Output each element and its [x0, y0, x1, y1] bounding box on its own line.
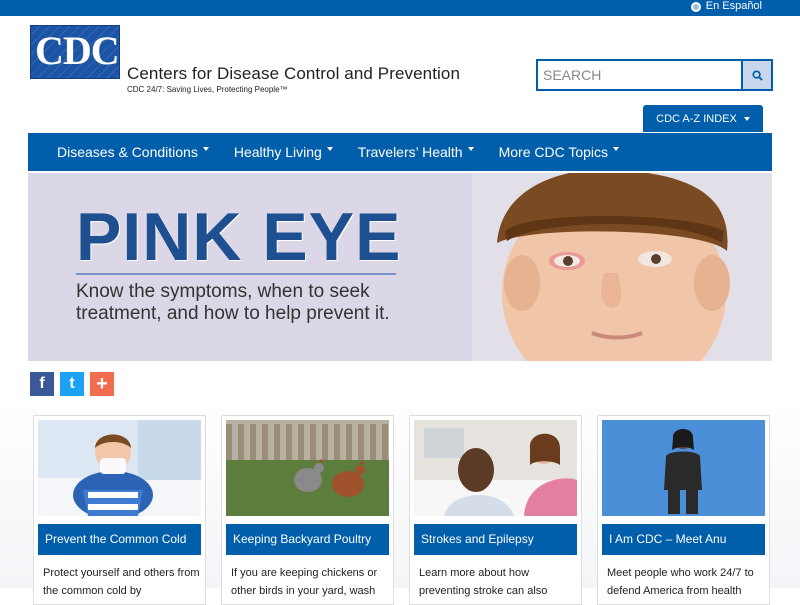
feature-card[interactable]: I Am CDC – Meet Anu Meet people who work…: [597, 415, 770, 605]
search-input[interactable]: [538, 61, 741, 89]
az-index-button[interactable]: CDC A-Z INDEX: [643, 105, 763, 132]
org-name[interactable]: Centers for Disease Control and Preventi…: [127, 64, 460, 84]
twitter-icon[interactable]: t: [60, 372, 84, 396]
chevron-down-icon: [202, 147, 209, 151]
feature-card[interactable]: Keeping Backyard Poultry If you are keep…: [221, 415, 394, 605]
feature-card[interactable]: Strokes and Epilepsy Learn more about ho…: [409, 415, 582, 605]
card-title: Strokes and Epilepsy: [414, 524, 577, 555]
search-button[interactable]: [741, 61, 771, 89]
card-title: I Am CDC – Meet Anu: [602, 524, 765, 555]
facebook-glyph: f: [39, 375, 45, 392]
nav-healthy-living[interactable]: Healthy Living: [234, 144, 333, 160]
nav-travelers-health[interactable]: Travelers’ Health: [358, 144, 474, 160]
logo-text: CDC: [35, 28, 119, 73]
card-text: If you are keeping chickens or other bir…: [231, 567, 378, 597]
card-image-poultry: [226, 420, 389, 516]
hero-banner[interactable]: PINK EYE Know the symptoms, when to seek…: [28, 173, 772, 361]
card-image-person: [602, 420, 765, 516]
add-glyph: +: [96, 372, 108, 395]
nav-label: Healthy Living: [233, 144, 322, 160]
top-utility-bar: En Español: [0, 0, 800, 16]
globe-icon: [690, 1, 701, 12]
chevron-down-icon: [613, 147, 620, 151]
chevron-down-icon: [467, 147, 474, 151]
nav-label: More CDC Topics: [498, 144, 609, 160]
social-share-bar: f t +: [30, 372, 114, 396]
language-label: En Español: [705, 0, 762, 12]
search-form: [536, 59, 773, 91]
hero-subtitle: Know the symptoms, when to seek treatmen…: [76, 281, 390, 324]
az-index-label: CDC A-Z INDEX: [656, 112, 737, 125]
card-image-cold: [38, 420, 201, 519]
language-link[interactable]: En Español: [690, 0, 762, 13]
card-title: Keeping Backyard Poultry: [226, 524, 389, 555]
tagline: CDC 24/7: Saving Lives, Protecting Peopl…: [127, 85, 288, 94]
search-icon: [751, 69, 763, 81]
nav-diseases-conditions[interactable]: Diseases & Conditions: [57, 144, 209, 160]
site-header: CDC Centers for Disease Control and Prev…: [0, 16, 800, 102]
chevron-down-icon: [326, 147, 333, 151]
card-text: Meet people who work 24/7 to defend Amer…: [607, 567, 754, 597]
hero-title: PINK EYE: [76, 199, 402, 275]
facebook-icon[interactable]: f: [30, 372, 54, 396]
card-title: Prevent the Common Cold: [38, 524, 201, 555]
feature-cards: Prevent the Common Cold Protect yourself…: [33, 415, 770, 605]
feature-card[interactable]: Prevent the Common Cold Protect yourself…: [33, 415, 206, 605]
card-text: Protect yourself and others from the com…: [43, 567, 200, 597]
main-nav: Diseases & Conditions Healthy Living Tra…: [28, 133, 772, 171]
nav-more-cdc-topics[interactable]: More CDC Topics: [498, 144, 620, 160]
chevron-down-icon: [743, 116, 750, 121]
nav-label: Travelers’ Health: [357, 144, 463, 160]
child-portrait-image: [472, 173, 772, 361]
cdc-logo[interactable]: CDC: [30, 25, 120, 79]
card-image-stroke: [414, 420, 577, 516]
card-text: Learn more about how preventing stroke c…: [419, 567, 548, 597]
nav-label: Diseases & Conditions: [57, 144, 198, 160]
twitter-glyph: t: [69, 375, 75, 392]
add-share-icon[interactable]: +: [90, 372, 114, 396]
hero-divider: [76, 273, 396, 275]
